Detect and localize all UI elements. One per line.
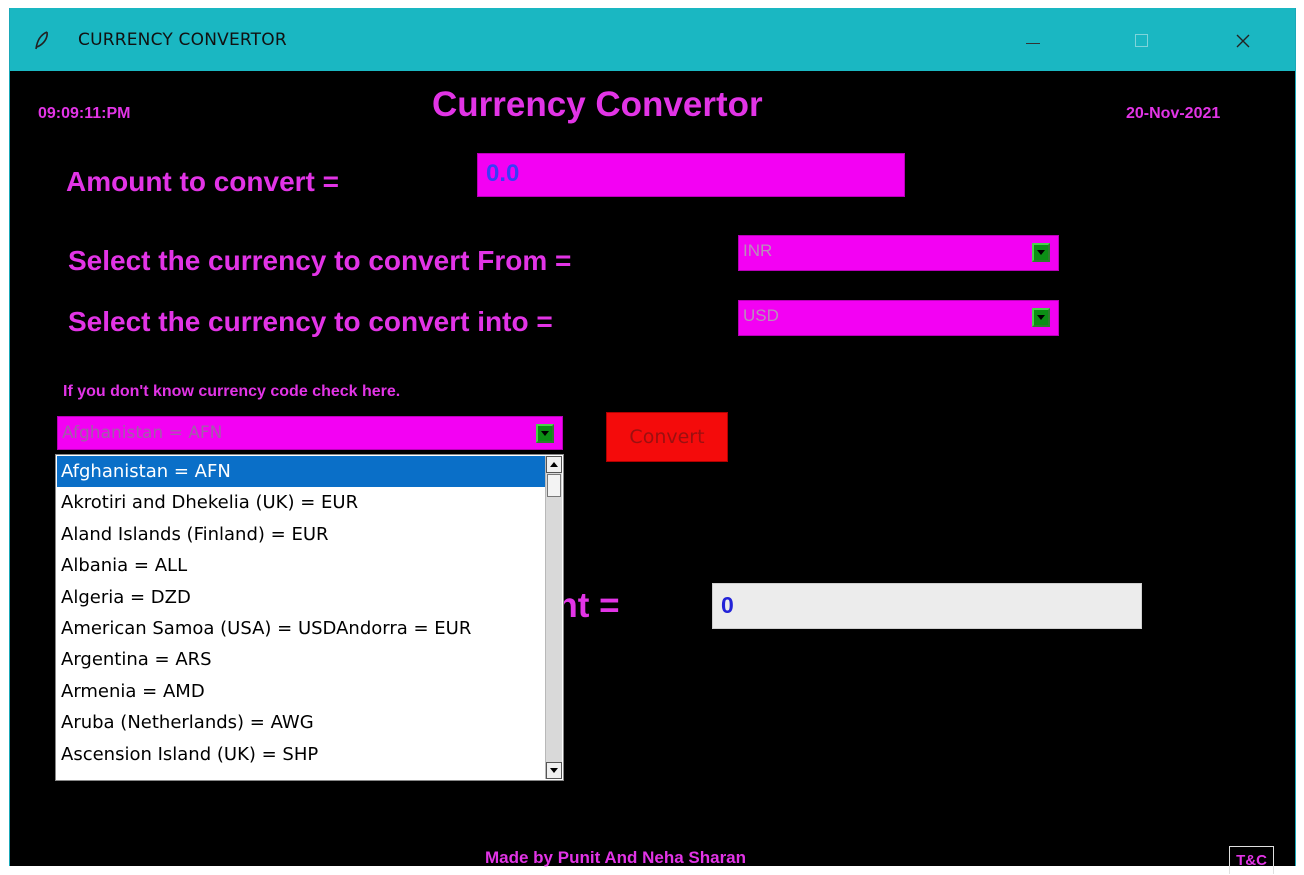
list-item[interactable]: Ascension Island (UK) = SHP — [57, 739, 545, 770]
converted-amount-output: 0 — [712, 583, 1142, 629]
list-item[interactable]: Armenia = AMD — [57, 676, 545, 707]
list-item[interactable]: Afghanistan = AFN — [57, 456, 545, 488]
maximize-button[interactable] — [1118, 24, 1164, 58]
scroll-down-icon[interactable] — [546, 762, 562, 779]
list-item[interactable]: Algeria = DZD — [57, 582, 545, 613]
window-title: CURRENCY CONVERTOR — [78, 30, 287, 50]
minimize-button[interactable] — [1010, 24, 1056, 58]
list-item[interactable]: Aruba (Netherlands) = AWG — [57, 707, 545, 738]
list-item[interactable]: Aland Islands (Finland) = EUR — [57, 519, 545, 550]
feather-icon — [32, 30, 52, 52]
from-currency-value: INR — [743, 241, 773, 260]
page-title: Currency Convertor — [432, 85, 763, 124]
list-item[interactable]: American Samoa (USA) = USDAndorra = EUR — [57, 613, 545, 644]
from-currency-select[interactable]: INR — [738, 235, 1059, 271]
app-window: CURRENCY CONVERTOR 09:09:11:PM Currency … — [9, 8, 1296, 874]
scroll-up-icon[interactable] — [546, 456, 562, 473]
amount-label: Amount to convert = — [66, 166, 340, 197]
list-item[interactable]: Argentina = ARS — [57, 644, 545, 675]
currency-code-hint: If you don't know currency code check he… — [63, 383, 401, 400]
list-item[interactable]: Albania = ALL — [57, 550, 545, 581]
country-code-value: Afghanistan = AFN — [62, 423, 223, 443]
country-dropdown-list[interactable]: Afghanistan = AFN Akrotiri and Dhekelia … — [55, 454, 564, 781]
amount-input[interactable]: 0.0 — [477, 153, 905, 197]
from-currency-label: Select the currency to convert From = — [68, 245, 572, 276]
clock-label: 09:09:11:PM — [38, 105, 131, 122]
dropdown-items: Afghanistan = AFN Akrotiri and Dhekelia … — [57, 456, 545, 770]
chevron-down-icon[interactable] — [536, 424, 554, 443]
title-bar[interactable]: CURRENCY CONVERTOR — [10, 8, 1295, 71]
chevron-down-icon[interactable] — [1032, 243, 1050, 262]
convert-button[interactable]: Convert — [606, 412, 728, 462]
chevron-down-icon[interactable] — [1032, 308, 1050, 327]
into-currency-value: USD — [743, 306, 779, 325]
terms-button[interactable]: T&C — [1229, 846, 1274, 874]
close-icon — [1236, 34, 1250, 48]
scrollbar-thumb[interactable] — [547, 474, 561, 497]
credits-label: Made by Punit And Neha Sharan — [485, 848, 747, 867]
dropdown-scrollbar[interactable] — [545, 456, 562, 779]
list-item[interactable]: Akrotiri and Dhekelia (UK) = EUR — [57, 487, 545, 518]
into-currency-label: Select the currency to convert into = — [68, 306, 553, 337]
date-label: 20-Nov-2021 — [1126, 105, 1221, 122]
close-button[interactable] — [1220, 24, 1266, 58]
country-code-select[interactable]: Afghanistan = AFN — [57, 416, 563, 450]
into-currency-select[interactable]: USD — [738, 300, 1059, 336]
